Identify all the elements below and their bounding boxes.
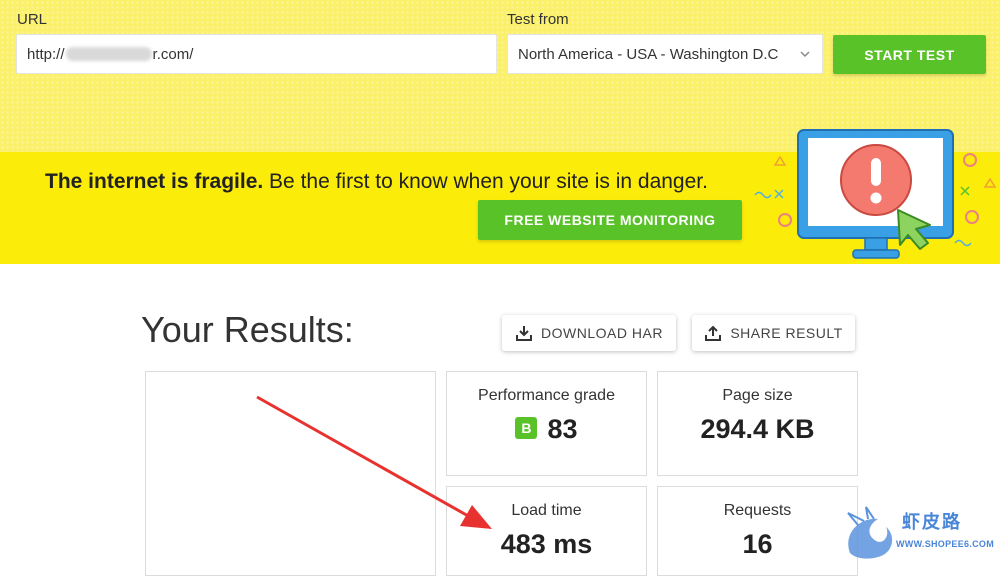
url-prefix: http:// [27, 45, 65, 63]
watermark-url: WWW.SHOPEE6.COM [896, 539, 995, 549]
download-har-button[interactable]: DOWNLOAD HAR [502, 315, 676, 351]
requests-label: Requests [723, 502, 792, 519]
load-time-card: Load time 483 ms [446, 486, 647, 576]
download-icon [516, 326, 533, 341]
page-size-label: Page size [722, 387, 793, 404]
url-redacted [65, 47, 152, 61]
monitor-alert-illustration [754, 129, 997, 259]
share-icon [705, 325, 722, 341]
test-from-label: Test from [507, 11, 569, 28]
performance-grade-card: Performance grade B 83 [446, 371, 647, 476]
performance-grade-label: Performance grade [478, 387, 615, 404]
test-location-value: North America - USA - Washington D.C [518, 45, 779, 63]
load-time-label: Load time [511, 502, 582, 519]
load-time-value: 483 ms [500, 529, 593, 559]
banner-bold-text: The internet is fragile. [45, 170, 264, 193]
url-suffix: r.com/ [152, 45, 194, 63]
test-location-select[interactable]: North America - USA - Washington D.C [507, 34, 823, 74]
requests-card: Requests 16 [657, 486, 858, 576]
watermark-text: 虾皮路 [902, 512, 962, 532]
start-test-button[interactable]: START TEST [833, 35, 986, 74]
page-size-card: Page size 294.4 KB [657, 371, 858, 476]
performance-score: 83 [547, 414, 578, 444]
url-label: URL [17, 11, 48, 28]
free-monitoring-button[interactable]: FREE WEBSITE MONITORING [478, 200, 742, 240]
url-input[interactable]: http:// r.com/ [16, 34, 497, 74]
share-result-label: SHARE RESULT [730, 325, 843, 341]
page-size-value: 294.4 KB [700, 414, 815, 444]
screenshot-card [145, 371, 436, 576]
chevron-down-icon [800, 51, 810, 58]
download-har-label: DOWNLOAD HAR [541, 325, 663, 341]
share-result-button[interactable]: SHARE RESULT [692, 315, 855, 351]
performance-grade-value: B 83 [447, 414, 646, 445]
results-title: Your Results: [141, 309, 354, 350]
grade-badge: B [515, 416, 538, 439]
banner-text: The internet is fragile. Be the first to… [45, 170, 708, 194]
banner-rest-text: Be the first to know when your site is i… [263, 170, 708, 193]
requests-value: 16 [742, 529, 773, 559]
